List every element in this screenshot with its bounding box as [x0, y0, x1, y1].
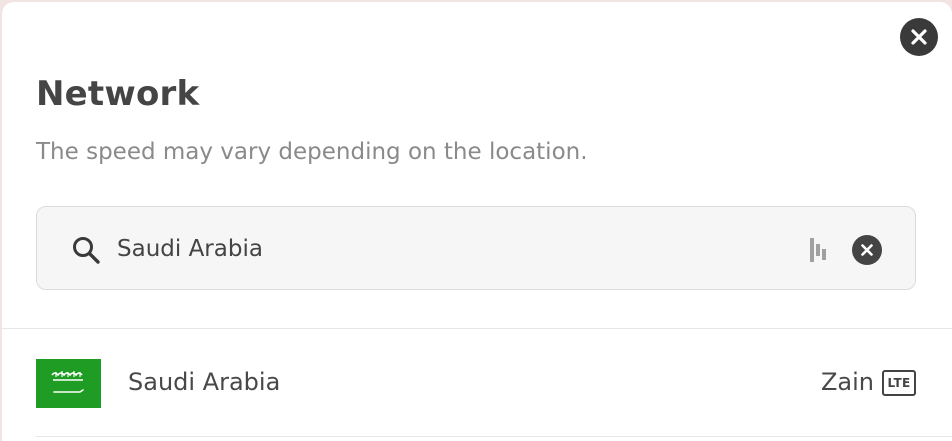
password-manager-icon[interactable] [808, 236, 828, 264]
close-button[interactable] [900, 18, 938, 56]
network-type-badge: LTE [882, 370, 916, 396]
network-dialog: Network The speed may vary depending on … [2, 2, 952, 441]
close-icon [911, 29, 927, 45]
operator-name: Zain [820, 368, 874, 396]
list-item[interactable]: Saudi Arabia Zain LTE [2, 329, 952, 437]
country-name: Saudi Arabia [128, 368, 281, 396]
dialog-title: Network [36, 74, 200, 114]
saudi-arabia-flag-icon [36, 359, 101, 408]
clear-icon [861, 244, 873, 256]
dialog-subtitle: The speed may vary depending on the loca… [36, 139, 588, 165]
search-icon [73, 237, 100, 264]
row-divider [36, 436, 952, 437]
clear-search-button[interactable] [852, 235, 882, 265]
search-input[interactable] [117, 227, 717, 271]
search-box [36, 206, 916, 290]
